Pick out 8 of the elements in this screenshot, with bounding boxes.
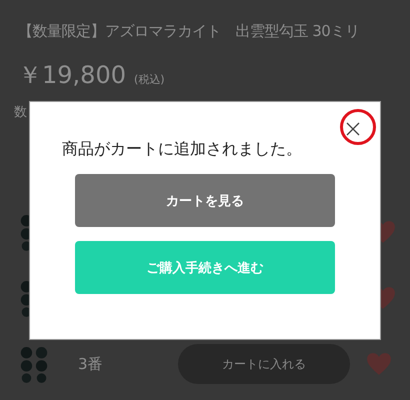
view-cart-button[interactable]: カートを見る: [75, 174, 335, 227]
modal-message: 商品がカートに追加されました。: [62, 139, 302, 160]
add-to-cart-button[interactable]: カートに入れる: [178, 344, 350, 384]
price: ￥19,800: [18, 60, 126, 91]
quantity-label: 数: [14, 104, 28, 121]
variant-label: 3番: [78, 354, 104, 374]
product-title: 【数量限定】アズロマラカイト 出雲型勾玉 30ミリ: [18, 22, 360, 41]
tax-note: (税込): [134, 72, 165, 87]
